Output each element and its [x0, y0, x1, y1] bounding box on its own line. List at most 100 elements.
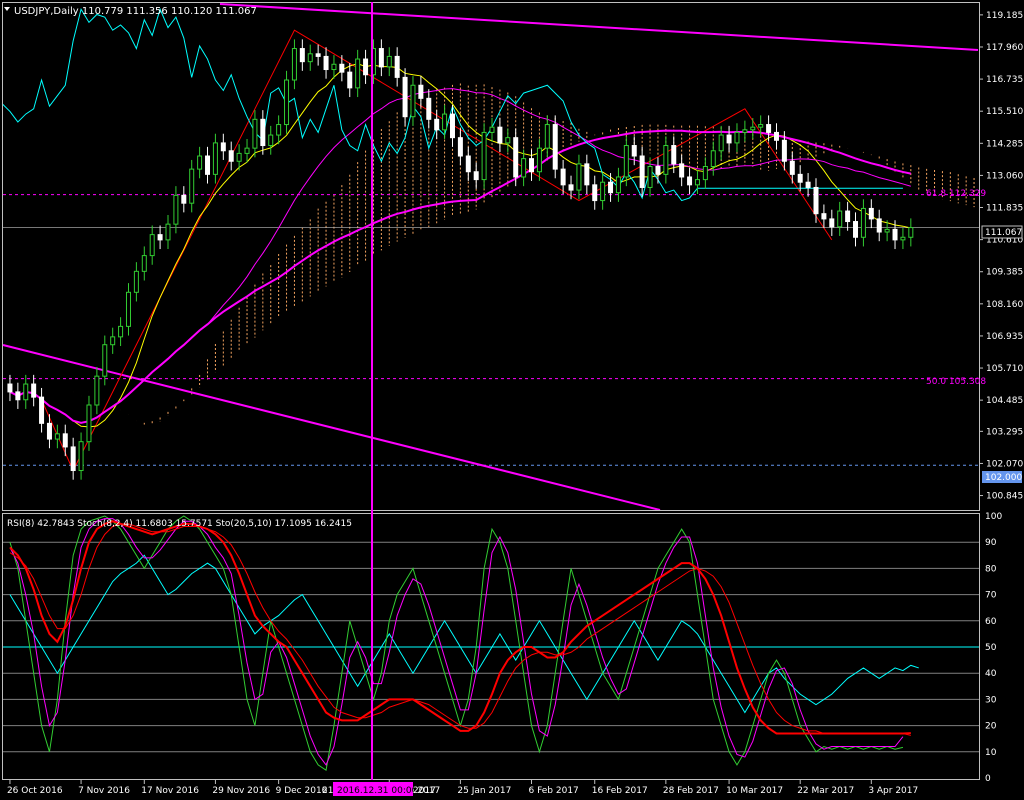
candle-body: [402, 76, 408, 118]
candle-body: [789, 160, 795, 175]
level-price-tag: 102.000: [982, 471, 1022, 483]
time-tick-partial-left: 21: [322, 786, 333, 796]
candle[interactable]: [481, 123, 487, 189]
indicator-tick-label: 60: [985, 617, 997, 627]
candle-body: [410, 84, 416, 118]
indicator-tick-label: 80: [985, 564, 997, 574]
candle-body: [220, 142, 226, 152]
fibo-label-618: 61.8 112.329: [926, 189, 986, 199]
time-tick-label: 16 Feb 2017: [592, 786, 648, 796]
candle-body: [623, 145, 629, 178]
candle-body: [552, 124, 558, 170]
candle-body: [718, 134, 724, 152]
candle-body: [236, 152, 242, 162]
candle[interactable]: [552, 115, 558, 179]
candle-body: [687, 176, 693, 186]
candle-body: [639, 155, 645, 188]
time-tick-label: 25 Jan 2017: [457, 786, 511, 796]
candle-body: [742, 129, 748, 133]
indicator-tick-label: 40: [985, 669, 997, 679]
time-tick-label: 26 Oct 2016: [7, 786, 63, 796]
candle-body: [157, 234, 163, 241]
candle-body: [608, 181, 614, 194]
candle-body: [363, 58, 369, 76]
price-tick-label: 100.845: [986, 492, 1023, 502]
candle-body: [892, 228, 898, 241]
time-tick-label: 29 Nov 2016: [212, 786, 270, 796]
time-tick-label: 9 Dec 2016: [276, 786, 328, 796]
indicator-tick-label: 70: [985, 591, 997, 601]
candle-body: [252, 118, 258, 149]
candle-body: [449, 113, 455, 139]
candle-body: [647, 165, 653, 188]
candle-body: [529, 158, 535, 173]
candle-body: [805, 181, 811, 188]
main-chart-title: USDJPY,Daily 110.779 111.356 110.120 111…: [14, 6, 257, 17]
candle-body: [671, 145, 677, 165]
candle-body: [54, 433, 60, 440]
candle-body: [766, 124, 772, 133]
price-tick-label: 105.710: [986, 364, 1023, 374]
candle-body: [23, 383, 29, 401]
candle-body: [868, 207, 874, 220]
candle-body: [434, 118, 440, 131]
time-tick-label: 6 Feb 2017: [529, 786, 579, 796]
candle-body: [781, 139, 787, 162]
candle-body: [442, 113, 448, 131]
candle-body: [339, 63, 345, 73]
candle-body: [615, 176, 621, 194]
price-tick-label: 117.960: [986, 43, 1023, 53]
candle[interactable]: [284, 70, 290, 134]
price-tick-label: 113.060: [986, 171, 1023, 181]
price-tick-label: 104.485: [986, 396, 1023, 406]
candle-body: [568, 184, 574, 191]
candle-body: [884, 228, 890, 233]
candle-body: [457, 137, 463, 157]
time-tick-label: 17 Nov 2016: [141, 786, 199, 796]
candle-body: [394, 55, 400, 78]
candle-body: [149, 234, 155, 257]
candle-body: [205, 155, 211, 175]
candle-body: [228, 150, 234, 162]
candle-body: [426, 97, 432, 120]
candle-body: [726, 134, 732, 144]
price-tick-label: 115.510: [986, 107, 1023, 117]
candle-body: [418, 84, 424, 99]
candle-body: [276, 124, 282, 136]
usdjpy-chart[interactable]: USDJPY,Daily 110.779 111.356 110.120 111…: [0, 0, 1024, 800]
candle-body: [355, 58, 361, 89]
candle-body: [299, 48, 305, 63]
candle-body: [710, 150, 716, 167]
time-tick-label: 10 Mar 2017: [726, 786, 783, 796]
candle-body: [307, 53, 313, 63]
indicator-tick-label: 90: [985, 538, 997, 548]
candle-body: [773, 131, 779, 141]
candle-body: [576, 163, 582, 191]
current-price-label: 111.067: [985, 228, 1022, 238]
candle-body: [702, 165, 708, 181]
candle-body: [505, 137, 511, 144]
price-tick-label: 109.385: [986, 268, 1023, 278]
candle-body: [378, 48, 384, 68]
candle-body: [631, 145, 637, 157]
candle-body: [600, 181, 606, 202]
candle-body: [465, 155, 471, 173]
time-tick-partial-right: 2017: [413, 786, 436, 796]
candle-body: [347, 71, 353, 89]
candle-body: [876, 218, 882, 233]
indicator-tick-label: 30: [985, 695, 997, 705]
candle-body: [797, 173, 803, 183]
candle-body: [39, 396, 45, 424]
price-tick-label: 108.160: [986, 300, 1023, 310]
candle-body: [197, 155, 203, 170]
candle-body: [837, 210, 843, 228]
candle-body: [679, 163, 685, 178]
candle-body: [86, 404, 92, 443]
candle-body: [386, 55, 392, 68]
candle-body: [315, 53, 321, 57]
candle-body: [284, 79, 290, 126]
candle-body: [900, 236, 906, 241]
chart-background: [0, 0, 1024, 800]
time-tick-label: 3 Apr 2017: [868, 786, 918, 796]
candle-body: [829, 218, 835, 228]
